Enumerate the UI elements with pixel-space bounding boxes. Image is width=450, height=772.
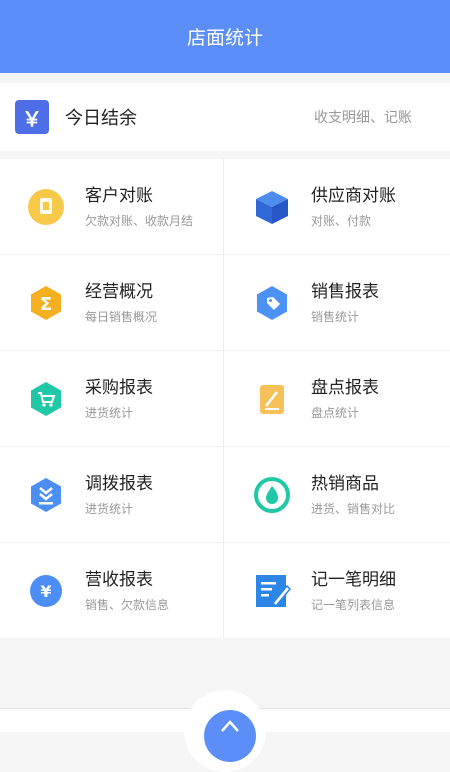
menu-item-bookkeeping-detail[interactable]: 记一笔明细 记一笔列表信息	[224, 543, 450, 639]
menu-item-title: 经营概况	[85, 281, 153, 302]
yen-icon: ￥	[15, 100, 49, 134]
tag-icon	[253, 284, 291, 322]
menu-item-title: 盘点报表	[311, 377, 379, 398]
menu-item-inventory-report[interactable]: 盘点报表 盘点统计	[224, 351, 450, 447]
menu-item-supplier-reconcile[interactable]: 供应商对账 对账、付款	[224, 159, 450, 255]
menu-item-revenue-report[interactable]: ¥ 营收报表 销售、欠款信息	[0, 543, 224, 639]
menu-item-title: 记一笔明细	[311, 570, 396, 590]
chevron-right-icon: >	[398, 108, 410, 124]
coin-icon	[27, 188, 65, 226]
clipboard-icon	[253, 380, 291, 418]
today-balance-label: 今日结余	[65, 108, 137, 129]
menu-item-hot-products[interactable]: 热销商品 进货、销售对比	[224, 447, 450, 543]
today-balance-row[interactable]: ￥ 今日结余 收支明细、记账 >	[0, 83, 450, 151]
menu-item-business-overview[interactable]: Σ 经营概况 每日销售概况	[0, 255, 224, 351]
svg-text:¥: ¥	[40, 582, 51, 601]
svg-text:Σ: Σ	[40, 294, 52, 315]
menu-item-subtitle: 进货、销售对比	[311, 501, 396, 516]
cart-icon	[27, 380, 65, 418]
menu-item-subtitle: 进货统计	[85, 405, 134, 420]
menu-item-title: 客户对账	[85, 185, 153, 206]
menu-grid: 客户对账 欠款对账、收款月结 供应商对账 对账、付款 Σ 经营概况 每日销售概况	[0, 159, 450, 639]
menu-item-title: 调拨报表	[85, 473, 153, 494]
menu-item-customer-reconcile[interactable]: 客户对账 欠款对账、收款月结	[0, 159, 224, 255]
menu-item-subtitle: 欠款对账、收款月结	[85, 213, 194, 228]
menu-item-subtitle: 销售、欠款信息	[85, 598, 170, 612]
menu-item-subtitle: 进货统计	[85, 501, 134, 516]
menu-item-title: 销售报表	[311, 281, 379, 302]
page-title: 店面统计	[186, 27, 263, 49]
box-icon	[253, 188, 291, 226]
transfer-icon	[27, 476, 65, 514]
note-pen-icon	[253, 572, 291, 610]
menu-item-title: 营收报表	[85, 570, 153, 590]
menu-item-title: 采购报表	[85, 377, 153, 398]
menu-item-subtitle: 销售统计	[311, 309, 360, 324]
menu-item-subtitle: 对账、付款	[311, 213, 372, 228]
menu-item-title: 供应商对账	[311, 185, 396, 206]
app-header: 店面统计	[0, 0, 450, 73]
menu-item-title: 热销商品	[311, 473, 379, 494]
yen-circle-icon: ¥	[27, 572, 65, 610]
flame-icon	[253, 476, 291, 514]
menu-item-subtitle: 每日销售概况	[85, 309, 158, 324]
sigma-icon: Σ	[27, 284, 65, 322]
menu-item-transfer-report[interactable]: 调拨报表 进货统计	[0, 447, 224, 543]
home-fab-button[interactable]	[204, 710, 256, 762]
home-icon	[221, 720, 239, 732]
menu-item-subtitle: 盘点统计	[311, 405, 360, 420]
menu-item-subtitle: 记一笔列表信息	[311, 598, 396, 612]
menu-item-purchase-report[interactable]: 采购报表 进货统计	[0, 351, 224, 447]
menu-item-sales-report[interactable]: 销售报表 销售统计	[224, 255, 450, 351]
